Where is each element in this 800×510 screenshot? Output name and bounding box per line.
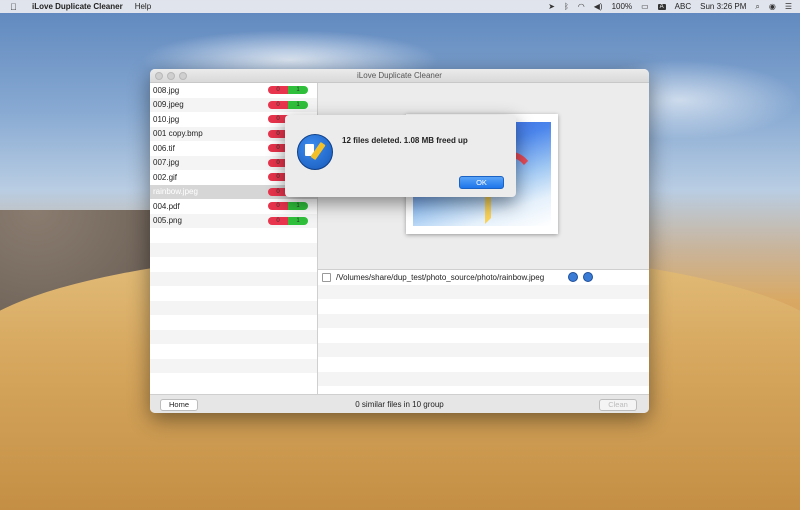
- battery-percent[interactable]: 100%: [612, 2, 632, 11]
- help-menu[interactable]: Help: [135, 2, 151, 11]
- menu-bar:  iLove Duplicate Cleaner Help ➤ ᛒ ◠ ◀) …: [0, 0, 800, 13]
- file-list-row-empty: [150, 358, 317, 373]
- file-list-row-empty: [150, 329, 317, 344]
- path-row-empty: [318, 357, 649, 372]
- duplicate-path-list: /Volumes/share/dup_test/photo_source/pho…: [318, 269, 649, 395]
- file-list-row-empty: [150, 286, 317, 301]
- count-pill: 01: [268, 86, 308, 94]
- input-source-icon[interactable]: A: [657, 3, 666, 10]
- file-list-row-empty: [150, 315, 317, 330]
- wifi-icon[interactable]: ◠: [578, 2, 585, 11]
- input-source-label[interactable]: ABC: [675, 2, 691, 11]
- file-list-row[interactable]: 008.jpg 0 1: [150, 83, 317, 98]
- bluetooth-icon[interactable]: ᛒ: [564, 2, 569, 11]
- battery-icon[interactable]: ▭: [641, 2, 649, 11]
- file-list-row-empty: [150, 257, 317, 272]
- path-row[interactable]: /Volumes/share/dup_test/photo_source/pho…: [318, 270, 649, 285]
- count-pill: 01: [268, 202, 308, 210]
- duplicate-count: 0: [268, 216, 288, 225]
- clean-button[interactable]: Clean: [599, 398, 637, 411]
- duplicate-count: 0: [268, 202, 288, 210]
- clock[interactable]: Sun 3:26 PM: [700, 2, 746, 11]
- path-text: /Volumes/share/dup_test/photo_source/pho…: [336, 272, 545, 282]
- zoom-button[interactable]: [179, 72, 187, 80]
- duplicate-count: 0: [268, 86, 288, 94]
- file-list-row-empty: [150, 373, 317, 388]
- dialog-message: 12 files deleted. 1.08 MB freed up: [342, 136, 468, 145]
- path-checkbox[interactable]: [322, 272, 331, 282]
- file-list-row[interactable]: 009.jpeg 0 1: [150, 97, 317, 112]
- search-icon[interactable]: ⌕: [755, 2, 759, 12]
- path-row-empty: [318, 342, 649, 357]
- file-list-row-empty: [150, 242, 317, 257]
- file-list-row-empty: [150, 228, 317, 243]
- file-list-row[interactable]: 005.png 0 1: [150, 213, 317, 228]
- window-title: iLove Duplicate Cleaner: [357, 71, 442, 80]
- notification-center-icon[interactable]: ☰: [785, 2, 792, 11]
- ok-button[interactable]: OK: [459, 176, 504, 189]
- count-pill: 01: [268, 216, 308, 225]
- file-list-row[interactable]: 004.pdf 0 1: [150, 199, 317, 214]
- keep-count: 1: [288, 100, 308, 109]
- send-icon[interactable]: ➤: [548, 2, 555, 11]
- reveal-in-finder-icon[interactable]: [583, 272, 594, 283]
- app-menu[interactable]: iLove Duplicate Cleaner: [32, 2, 123, 11]
- alert-dialog: 12 files deleted. 1.08 MB freed up OK: [285, 115, 516, 197]
- status-area: ➤ ᛒ ◠ ◀) 100% ▭ A ABC Sun 3:26 PM ⌕ ◉ ☰: [548, 2, 792, 12]
- file-list-row-empty: [150, 271, 317, 286]
- path-row-empty: [318, 284, 649, 299]
- path-row-empty: [318, 313, 649, 328]
- title-bar[interactable]: iLove Duplicate Cleaner: [150, 69, 649, 83]
- close-button[interactable]: [155, 72, 163, 80]
- keep-count: 1: [288, 202, 308, 210]
- file-list-row-empty: [150, 344, 317, 359]
- path-row-empty: [318, 328, 649, 343]
- duplicate-count: 0: [268, 100, 288, 109]
- keep-count: 1: [288, 86, 308, 94]
- bottom-bar: Home 0 similar files in 10 group Clean: [150, 394, 649, 413]
- file-list-row-empty: [150, 300, 317, 315]
- keep-count: 1: [288, 216, 308, 225]
- volume-icon[interactable]: ◀): [594, 2, 603, 11]
- preview-icon[interactable]: [568, 272, 579, 283]
- minimize-button[interactable]: [167, 72, 175, 80]
- status-text: 0 similar files in 10 group: [355, 400, 444, 409]
- apple-menu-icon[interactable]: : [10, 2, 22, 12]
- count-pill: 01: [268, 100, 308, 109]
- path-row-empty: [318, 371, 649, 386]
- app-icon: [297, 134, 333, 170]
- window-controls: [155, 72, 187, 80]
- user-icon[interactable]: ◉: [769, 2, 776, 11]
- path-row-empty: [318, 299, 649, 314]
